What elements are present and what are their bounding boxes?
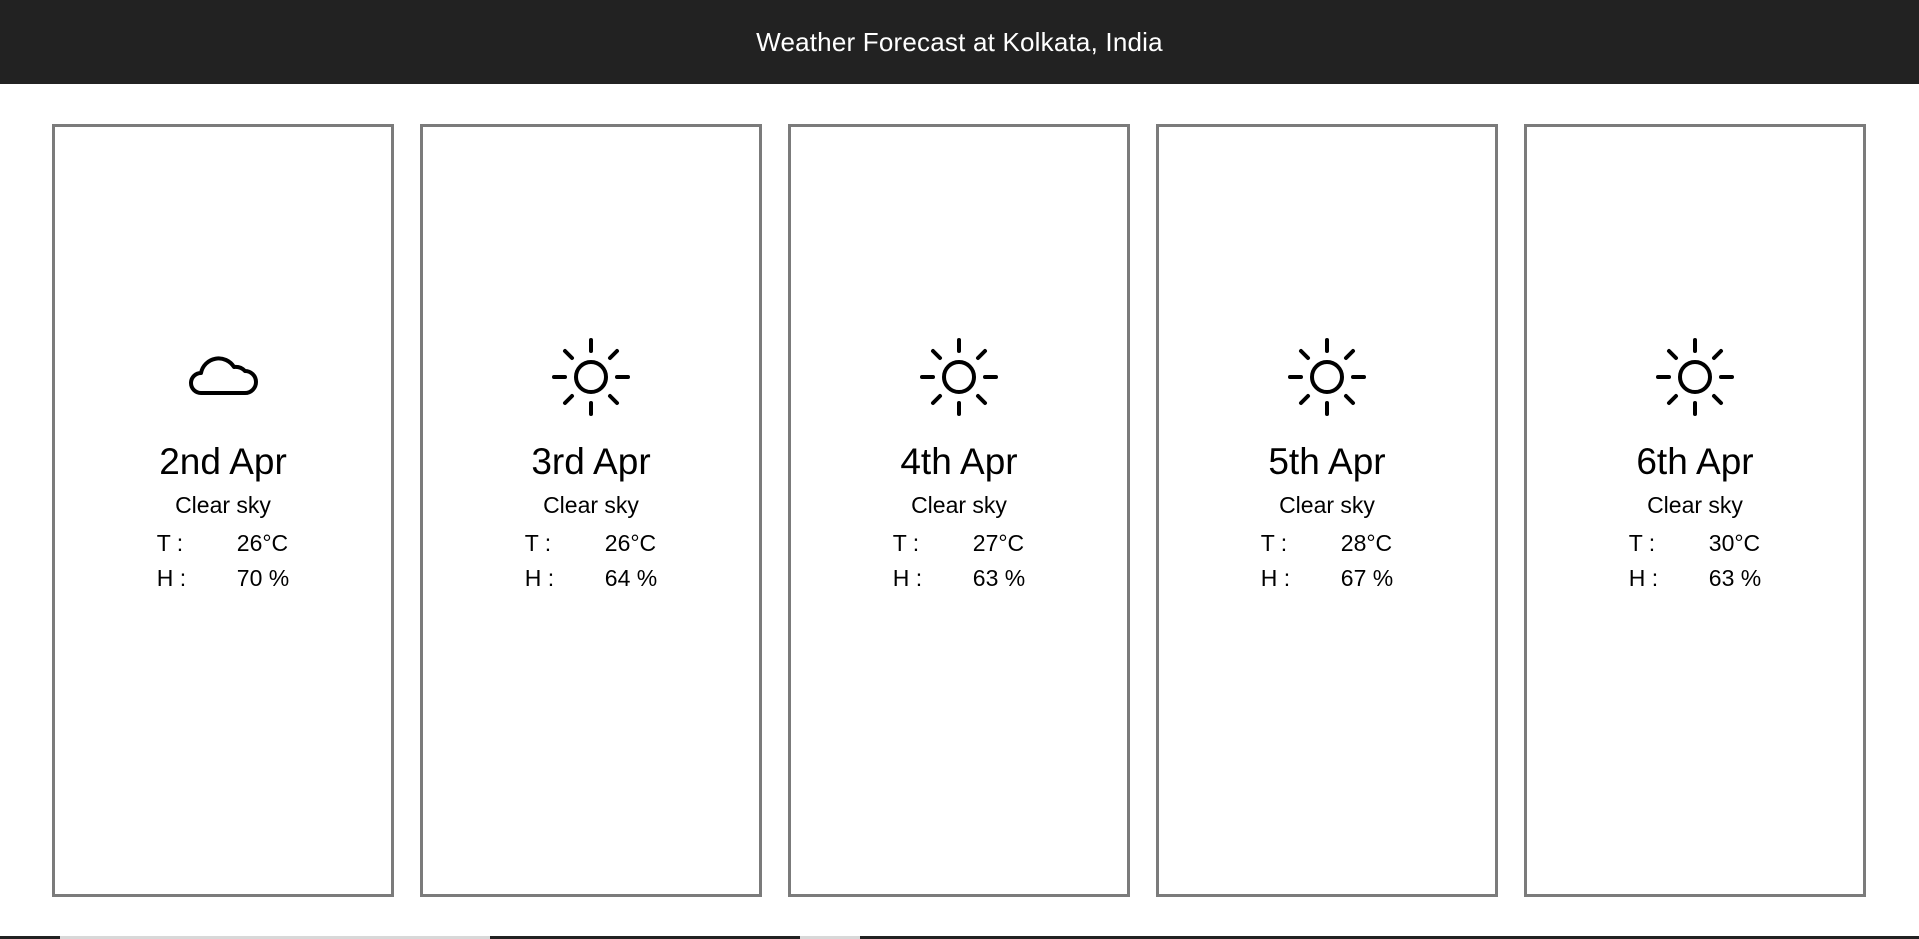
sun-icon [920, 338, 998, 416]
temperature-value: 26°C [236, 530, 289, 556]
forecast-stats: T : 28°C H : 67 % [1261, 529, 1393, 593]
forecast-card-day-2: 3rd Apr Clear sky T : 26°C H : 64 % [420, 124, 762, 897]
forecast-condition: Clear sky [1279, 492, 1375, 518]
temperature-value: 27°C [972, 530, 1025, 556]
temperature-label: T : [524, 530, 552, 556]
forecast-stats: T : 30°C H : 63 % [1629, 529, 1761, 593]
temperature-label: T : [1260, 530, 1288, 556]
sun-icon [552, 338, 630, 416]
humidity-value: 70 % [236, 565, 290, 591]
sun-icon [1288, 338, 1366, 416]
humidity-label: H : [1628, 565, 1659, 591]
forecast-card-day-4: 5th Apr Clear sky T : 28°C H : 67 % [1156, 124, 1498, 897]
temperature-label: T : [156, 530, 184, 556]
temperature-label: T : [1628, 530, 1656, 556]
humidity-value: 67 % [1340, 565, 1394, 591]
humidity-label: H : [1260, 565, 1291, 591]
forecast-card-day-3: 4th Apr Clear sky T : 27°C H : 63 % [788, 124, 1130, 897]
forecast-cards: 2nd Apr Clear sky T : 26°C H : 70 % 3rd … [52, 124, 1866, 897]
forecast-condition: Clear sky [543, 492, 639, 518]
humidity-value: 64 % [604, 565, 658, 591]
temperature-value: 26°C [604, 530, 657, 556]
forecast-stats: T : 27°C H : 63 % [893, 529, 1025, 593]
forecast-stats: T : 26°C H : 64 % [525, 529, 657, 593]
page-title: Weather Forecast at Kolkata, India [756, 26, 1163, 57]
forecast-date: 3rd Apr [531, 441, 651, 482]
cloud-icon [189, 356, 258, 395]
humidity-value: 63 % [972, 565, 1026, 591]
forecast-condition: Clear sky [175, 492, 271, 518]
forecast-condition: Clear sky [911, 492, 1007, 518]
page-header: Weather Forecast at Kolkata, India [0, 0, 1919, 84]
forecast-stats: T : 26°C H : 70 % [157, 529, 289, 593]
humidity-label: H : [156, 565, 187, 591]
forecast-date: 4th Apr [900, 441, 1018, 482]
forecast-date: 2nd Apr [159, 441, 287, 482]
sun-icon [1656, 338, 1734, 416]
forecast-card-day-5: 6th Apr Clear sky T : 30°C H : 63 % [1524, 124, 1866, 897]
forecast-card-day-1: 2nd Apr Clear sky T : 26°C H : 70 % [52, 124, 394, 897]
humidity-value: 63 % [1708, 565, 1762, 591]
temperature-value: 28°C [1340, 530, 1393, 556]
humidity-label: H : [892, 565, 923, 591]
forecast-condition: Clear sky [1647, 492, 1743, 518]
humidity-label: H : [524, 565, 555, 591]
temperature-label: T : [892, 530, 920, 556]
forecast-date: 6th Apr [1636, 441, 1754, 482]
forecast-date: 5th Apr [1268, 441, 1386, 482]
temperature-value: 30°C [1708, 530, 1761, 556]
